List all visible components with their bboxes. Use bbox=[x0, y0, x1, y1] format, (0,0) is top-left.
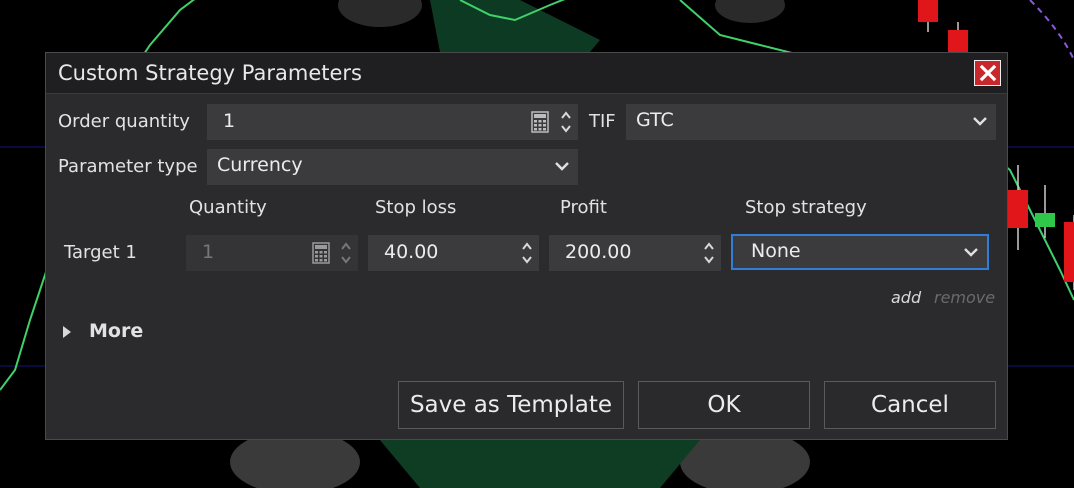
ok-button[interactable]: OK bbox=[638, 381, 810, 429]
parameter-type-select[interactable]: Currency bbox=[207, 149, 578, 185]
order-quantity-label: Order quantity bbox=[58, 111, 190, 132]
stop-loss-input[interactable]: 40.00 bbox=[368, 235, 539, 271]
close-icon bbox=[979, 64, 996, 82]
calculator-icon bbox=[312, 242, 330, 264]
candle-red bbox=[1008, 190, 1028, 228]
profit-stepper[interactable] bbox=[703, 239, 715, 267]
watermark-shape bbox=[380, 440, 700, 488]
close-button[interactable] bbox=[974, 60, 1001, 86]
dialog-titlebar[interactable]: Custom Strategy Parameters bbox=[46, 53, 1007, 94]
target-quantity-stepper bbox=[340, 239, 352, 267]
quantity-stepper[interactable] bbox=[560, 108, 572, 136]
column-header-stop-strategy: Stop strategy bbox=[745, 197, 867, 218]
save-as-template-button[interactable]: Save as Template bbox=[398, 381, 624, 429]
spin-arrows-icon bbox=[704, 242, 714, 264]
cancel-button[interactable]: Cancel bbox=[824, 381, 996, 429]
spin-arrows-icon bbox=[561, 111, 571, 133]
remove-link: remove bbox=[934, 288, 996, 307]
tif-select[interactable]: GTC bbox=[626, 104, 996, 140]
parameter-type-label: Parameter type bbox=[58, 156, 198, 177]
target-label: Target 1 bbox=[64, 242, 137, 263]
column-header-quantity: Quantity bbox=[189, 197, 267, 218]
chevron-down-icon bbox=[972, 115, 988, 127]
more-toggle[interactable]: More bbox=[89, 320, 143, 342]
add-link[interactable]: add bbox=[891, 288, 921, 307]
spin-arrows-icon bbox=[522, 242, 532, 264]
target-quantity-input: 1 bbox=[186, 235, 358, 271]
candle-red bbox=[1064, 222, 1074, 282]
tif-label: TIF bbox=[589, 111, 616, 132]
order-quantity-input[interactable]: 1 bbox=[207, 104, 578, 140]
calculator-icon[interactable] bbox=[531, 111, 549, 133]
profit-input[interactable]: 200.00 bbox=[549, 235, 721, 271]
candle-red bbox=[918, 0, 938, 22]
column-header-stop-loss: Stop loss bbox=[375, 197, 457, 218]
dialog-title: Custom Strategy Parameters bbox=[58, 61, 362, 85]
chevron-down-icon bbox=[963, 246, 979, 258]
column-header-profit: Profit bbox=[560, 197, 607, 218]
candle-green bbox=[1035, 213, 1055, 227]
strategy-dialog: Custom Strategy Parameters Order quantit… bbox=[45, 52, 1008, 440]
chevron-down-icon bbox=[554, 160, 570, 172]
caret-right-icon[interactable] bbox=[62, 325, 72, 339]
spin-arrows-icon bbox=[341, 242, 351, 264]
stop-strategy-select[interactable]: None bbox=[731, 234, 989, 270]
stop-loss-stepper[interactable] bbox=[521, 239, 533, 267]
